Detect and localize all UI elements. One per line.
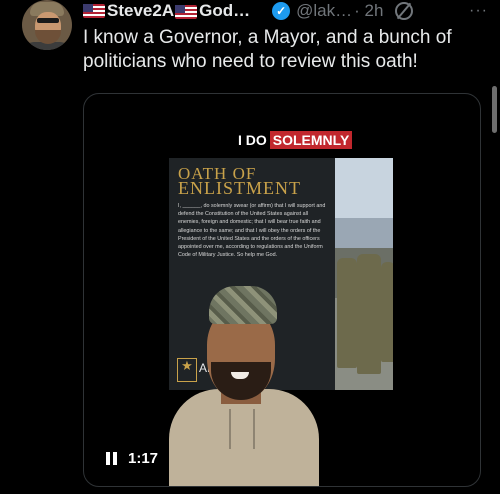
flag-icon <box>175 4 198 19</box>
display-name-main: Steve2A <box>107 1 175 20</box>
hoodie-strings <box>229 409 231 449</box>
presenter-camo-cap <box>209 286 277 324</box>
flag-icon <box>83 4 105 18</box>
soldiers-photo <box>335 158 393 390</box>
poster-title: OATH OF ENLISTMENT <box>178 165 301 198</box>
display-name[interactable]: Steve2A God… <box>107 1 250 21</box>
video-caption: I DO SOLEMNLY <box>238 131 353 149</box>
scrollbar[interactable] <box>492 86 497 133</box>
avatar-sunglasses <box>37 18 59 23</box>
poster-title-line2: ENLISTMENT <box>178 178 301 198</box>
soldier-figure <box>337 258 357 368</box>
user-handle[interactable]: @lak… <box>296 1 352 21</box>
poster-body: I, ______, do solemnly swear (or affirm)… <box>178 203 326 259</box>
timestamp[interactable]: · 2h <box>354 1 383 21</box>
pause-icon[interactable] <box>106 452 118 465</box>
video-player[interactable]: I DO SOLEMNLY OATH OF ENLISTMENT I, _____… <box>83 93 481 487</box>
video-elapsed-time: 1:17 <box>128 450 159 467</box>
more-icon[interactable]: ··· <box>469 2 488 20</box>
tweet-text: I know a Governor, a Mayor, and a bunch … <box>83 27 452 72</box>
soldier-figure <box>381 262 393 362</box>
display-name-tail: God… <box>199 1 251 20</box>
avatar[interactable] <box>22 0 72 50</box>
caption-plain: I DO <box>238 132 267 148</box>
verified-badge-icon: ✓ <box>272 2 291 20</box>
soldier-figure <box>357 254 381 374</box>
video-controls: 1:17 <box>106 450 158 467</box>
grok-icon[interactable] <box>395 2 414 20</box>
presenter <box>169 284 319 486</box>
caption-highlight: SOLEMNLY <box>269 131 353 149</box>
tweet-header: Steve2A God… ✓ @lak… · 2h ··· <box>83 0 488 22</box>
